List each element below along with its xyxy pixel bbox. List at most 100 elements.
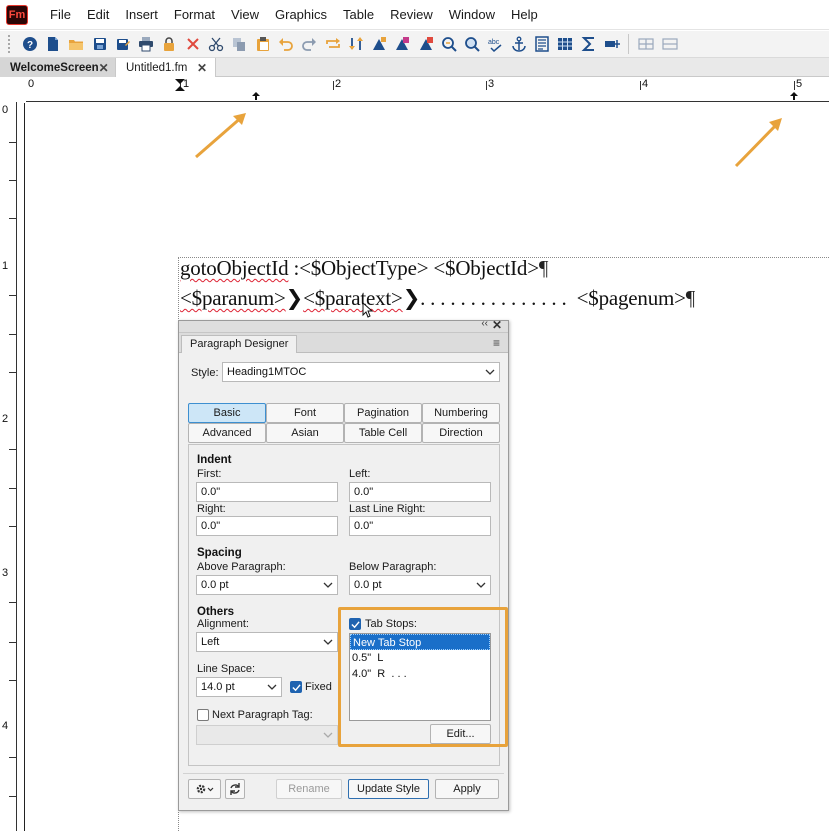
save-icon[interactable] <box>88 33 111 55</box>
menu-format[interactable]: Format <box>166 0 223 30</box>
ruler-tick <box>9 372 16 373</box>
indent-heading: Indent <box>197 454 232 466</box>
menu-insert[interactable]: Insert <box>117 0 166 30</box>
alignment-dropdown[interactable]: Left <box>196 632 338 652</box>
tab-direction[interactable]: Direction <box>422 423 500 443</box>
text-frame-icon[interactable] <box>531 33 554 55</box>
panel-menu-icon[interactable]: ≡ <box>493 336 500 350</box>
equation-icon[interactable] <box>577 33 600 55</box>
find-icon[interactable] <box>437 33 460 55</box>
line-space-dropdown[interactable]: 14.0 pt <box>196 677 282 697</box>
open-folder-icon[interactable] <box>65 33 88 55</box>
ruler-tick <box>9 757 16 758</box>
first-indent-field[interactable]: 0.0" <box>196 482 338 502</box>
tab-pagination[interactable]: Pagination <box>344 403 422 423</box>
fixed-checkbox[interactable] <box>290 681 302 693</box>
left-tab-stop-icon[interactable] <box>251 91 261 101</box>
above-paragraph-value: 0.0 pt <box>201 579 229 591</box>
undo-icon[interactable] <box>274 33 297 55</box>
checkmark-icon <box>292 684 301 692</box>
next-paragraph-tag-label: Next Paragraph Tag: <box>212 709 313 721</box>
indent-marker-icon[interactable] <box>174 78 186 92</box>
collapse-icon[interactable]: ‹‹ <box>481 318 488 329</box>
last-line-right-label: Last Line Right: <box>349 503 426 515</box>
right-indent-field[interactable]: 0.0" <box>196 516 338 536</box>
menu-view[interactable]: View <box>223 0 267 30</box>
menu-file[interactable]: File <box>42 0 79 30</box>
tab-basic[interactable]: Basic <box>188 403 266 423</box>
menu-window[interactable]: Window <box>441 0 503 30</box>
right-tab-stop-icon[interactable] <box>789 91 799 101</box>
cut-icon[interactable] <box>204 33 227 55</box>
pilcrow-icon: ¶ <box>685 286 696 310</box>
left-indent-label: Left: <box>349 468 371 480</box>
print-icon[interactable] <box>134 33 157 55</box>
close-icon[interactable]: ✕ <box>99 61 109 75</box>
ruler-tick <box>9 602 16 603</box>
next-paragraph-tag-checkbox[interactable] <box>197 709 209 721</box>
close-icon[interactable]: ✕ <box>197 61 207 75</box>
document-text-line[interactable]: gotoObjectId :<$ObjectType> <$ObjectId>¶ <box>180 256 548 281</box>
insert-field-icon[interactable] <box>600 33 623 55</box>
insert-variable-icon[interactable] <box>414 33 437 55</box>
save-as-icon[interactable] <box>111 33 134 55</box>
tab-advanced[interactable]: Advanced <box>188 423 266 443</box>
refresh-button[interactable] <box>225 779 245 799</box>
apply-button[interactable]: Apply <box>435 779 499 799</box>
zoom-icon[interactable] <box>461 33 484 55</box>
vertical-ruler[interactable]: 0 1 2 3 4 <box>0 102 17 831</box>
settings-menu-button[interactable] <box>188 779 221 799</box>
annotation-arrow-icon <box>734 118 782 168</box>
swap-icon[interactable] <box>344 33 367 55</box>
paste-icon[interactable] <box>251 33 274 55</box>
layout-grid-icon[interactable] <box>635 33 658 55</box>
menu-help[interactable]: Help <box>503 0 546 30</box>
next-paragraph-tag-dropdown[interactable] <box>196 725 338 745</box>
tab-welcome-screen[interactable]: WelcomeScreen ✕ <box>0 58 116 77</box>
style-dropdown[interactable]: Heading1MTOC <box>222 362 500 382</box>
toolbar-grip[interactable] <box>8 35 12 53</box>
left-indent-field[interactable]: 0.0" <box>349 482 491 502</box>
ruler-number: 4 <box>2 720 9 732</box>
lock-icon[interactable] <box>158 33 181 55</box>
panel-title[interactable]: Paragraph Designer <box>181 335 298 353</box>
mouse-cursor-icon <box>362 302 374 318</box>
table-icon[interactable] <box>554 33 577 55</box>
insert-marker-icon[interactable] <box>367 33 390 55</box>
tab-font[interactable]: Font <box>266 403 344 423</box>
document-text: :<$ObjectType> <$ObjectId> <box>288 256 539 280</box>
tab-untitled1[interactable]: Untitled1.fm ✕ <box>116 58 216 77</box>
menu-graphics[interactable]: Graphics <box>267 0 335 30</box>
redo-icon[interactable] <box>298 33 321 55</box>
close-icon[interactable]: ✕ <box>492 318 502 332</box>
rename-button[interactable]: Rename <box>276 779 342 799</box>
menu-edit[interactable]: Edit <box>79 0 117 30</box>
tab-numbering[interactable]: Numbering <box>422 403 500 423</box>
panel-titlebar[interactable]: ‹‹ ✕ <box>179 318 508 333</box>
new-document-icon[interactable] <box>41 33 64 55</box>
ruler-number: 0 <box>2 104 9 116</box>
style-label: Style: <box>191 367 219 379</box>
menu-table[interactable]: Table <box>335 0 382 30</box>
insert-xref-icon[interactable] <box>391 33 414 55</box>
update-style-button[interactable]: Update Style <box>348 779 429 799</box>
tab-stops-highlight-box <box>338 607 508 747</box>
document-text-line[interactable]: <$paranum>❯<$paratext>❯. . . . . . . . .… <box>180 286 695 311</box>
tab-label: WelcomeScreen <box>10 61 99 74</box>
repeat-icon[interactable] <box>321 33 344 55</box>
last-line-right-field[interactable]: 0.0" <box>349 516 491 536</box>
above-paragraph-dropdown[interactable]: 0.0 pt <box>196 575 338 595</box>
copy-icon[interactable] <box>228 33 251 55</box>
above-paragraph-label: Above Paragraph: <box>197 561 286 573</box>
menu-review[interactable]: Review <box>382 0 441 30</box>
spellcheck-icon[interactable]: abc <box>484 33 507 55</box>
tab-asian[interactable]: Asian <box>266 423 344 443</box>
below-paragraph-dropdown[interactable]: 0.0 pt <box>349 575 491 595</box>
tab-table-cell[interactable]: Table Cell <box>344 423 422 443</box>
layout-grid-2-icon[interactable] <box>658 33 681 55</box>
horizontal-ruler[interactable]: 0 1 2 3 4 5 <box>26 77 829 102</box>
help-icon[interactable]: ? <box>18 33 41 55</box>
delete-icon[interactable] <box>181 33 204 55</box>
anchor-icon[interactable] <box>507 33 530 55</box>
ruler-tick <box>9 680 16 681</box>
